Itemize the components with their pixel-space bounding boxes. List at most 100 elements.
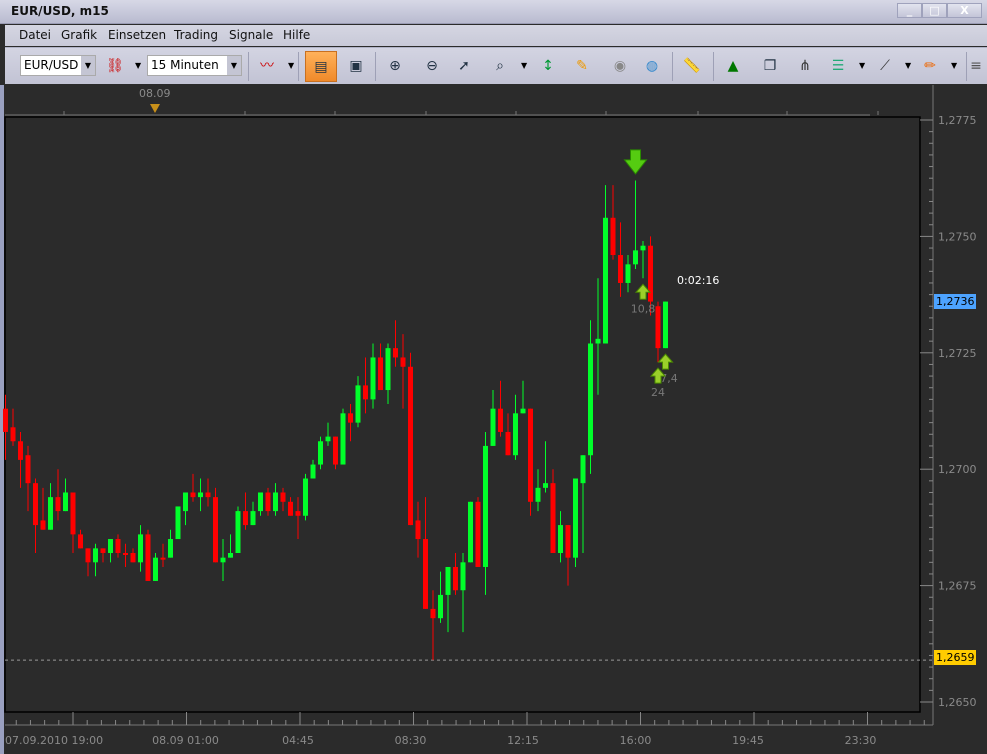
time-tick-label: 12:15 [507, 734, 539, 747]
candle-bear [70, 492, 76, 535]
candle-bear [400, 357, 406, 367]
time-tick-label: 19:45 [732, 734, 764, 747]
pitchfork-icon[interactable]: ⋔ [792, 53, 818, 79]
chevron-down-icon[interactable]: ▼ [227, 56, 241, 75]
candle-bear [145, 534, 151, 581]
candle-bull [535, 487, 541, 502]
pencil-dropdown[interactable]: ▼ [951, 56, 957, 76]
low-price-label: 1,2659 [934, 650, 976, 665]
menu-einsetzen[interactable]: Einsetzen [108, 28, 166, 42]
candle-bull [603, 217, 608, 344]
unlink-dropdown[interactable]: ▼ [135, 56, 141, 76]
price-tick-label: 1,2750 [938, 230, 977, 243]
ruler-icon[interactable]: 📏 [679, 53, 705, 79]
overflow-menu-icon[interactable]: ≡ [968, 53, 984, 79]
zoom-fit-icon[interactable]: ⌕ [487, 53, 513, 79]
candle-bear [475, 501, 481, 567]
text-chart-icon[interactable]: ▣ [343, 53, 369, 79]
window-chart-icon[interactable]: ❐ [757, 53, 783, 79]
close-button[interactable]: X [947, 3, 982, 18]
candle-bear [115, 539, 121, 554]
candle-bull [445, 566, 451, 595]
candle-bull [468, 501, 473, 563]
candle-bull [558, 525, 563, 554]
chevron-down-icon[interactable]: ▼ [81, 56, 95, 75]
menu-hilfe[interactable]: Hilfe [283, 28, 310, 42]
candle-bull [573, 478, 578, 558]
candle-bull [220, 557, 226, 563]
candlestick-chart[interactable]: 1,2775 1,2750 1,2725 1,2700 1,2675 1,2650 07.0… [0, 85, 987, 754]
separator [375, 52, 376, 81]
candle-bull [588, 343, 593, 456]
minimize-button[interactable]: _ [897, 3, 922, 18]
properties-icon[interactable]: ✎ [569, 53, 595, 79]
time-tick-label: 08:30 [395, 734, 427, 747]
menu-grafik[interactable]: Grafik [61, 28, 97, 42]
candle-bear [265, 492, 271, 512]
signal-label: 24 [651, 386, 665, 399]
candle-bear [648, 245, 653, 302]
candle-bull [63, 492, 68, 512]
candle-bear [40, 520, 46, 530]
candle-bear [160, 557, 166, 560]
candle-bear [610, 217, 616, 256]
zoom-fit-dropdown[interactable]: ▼ [521, 56, 527, 76]
indicator-list-icon[interactable]: ☰ [825, 53, 851, 79]
zoom-cursor-icon[interactable]: ➚ [451, 53, 477, 79]
price-tick-label: 1,2725 [938, 347, 977, 360]
candle-bull [258, 492, 263, 512]
separator [298, 52, 299, 81]
candle-bear [655, 306, 661, 349]
menu-datei[interactable]: Datei [19, 28, 51, 42]
maximize-button[interactable]: □ [922, 3, 947, 18]
symbol-select[interactable]: EUR/USD ▼ [20, 55, 96, 76]
time-tick-label: 08.09 01:00 [152, 734, 219, 747]
chart-type-dropdown[interactable]: ▼ [288, 56, 294, 76]
separator [966, 52, 967, 81]
pencil-icon[interactable]: ✏ [917, 53, 943, 79]
candle-bull [513, 413, 518, 456]
top-date-marker-label: 08.09 [139, 87, 171, 100]
candle-bull [310, 464, 316, 479]
buy-arrow-icon [634, 283, 652, 300]
candle-bear [333, 436, 338, 465]
candle-bear [363, 385, 368, 400]
candle-bull [340, 413, 346, 465]
candle-bear [618, 255, 623, 283]
fan-icon[interactable]: ⟋ [872, 53, 898, 79]
indicator-dropdown[interactable]: ▼ [859, 56, 865, 76]
candle-bear [498, 408, 503, 432]
zoom-in-icon[interactable]: ⊕ [382, 53, 408, 79]
candle-bull [183, 492, 188, 512]
globe-icon[interactable]: ◍ [639, 53, 665, 79]
timeframe-value: 15 Minuten [151, 58, 219, 72]
candle-bull [303, 478, 308, 516]
candle-bear [505, 431, 511, 456]
candle-bull [108, 539, 113, 554]
candle-bear [378, 357, 383, 391]
candle-bear [10, 427, 16, 442]
candle-bear [213, 497, 218, 563]
unlink-icon[interactable]: ⛓ [102, 53, 128, 79]
zoom-out-icon[interactable]: ⊖ [419, 53, 445, 79]
candle-bull [273, 492, 278, 512]
time-tick-label: 07.09.2010 19:00 [5, 734, 103, 747]
candle-bull [520, 408, 526, 414]
menu-trading[interactable]: Trading [174, 28, 218, 42]
candle-bull [235, 511, 241, 554]
menu-signale[interactable]: Signale [229, 28, 273, 42]
add-image-icon[interactable]: ▲ [720, 53, 746, 79]
timeframe-select[interactable]: 15 Minuten ▼ [147, 55, 242, 76]
candle-bear [33, 483, 38, 526]
vertical-scale-icon[interactable]: ↕ [535, 53, 561, 79]
price-tick-label: 1,2675 [938, 580, 977, 593]
price-tick-label: 1,2775 [938, 114, 977, 127]
bar-chart-icon[interactable]: ▤ [305, 51, 337, 82]
signal-label: 10,8 [631, 302, 656, 315]
candle-bear [280, 492, 286, 502]
chart-type-icon[interactable]: 〰 [254, 53, 280, 79]
fan-dropdown[interactable]: ▼ [905, 56, 911, 76]
candle-bull [355, 385, 361, 423]
candle-bull [48, 497, 53, 530]
eye-icon[interactable]: ◉ [607, 53, 633, 79]
